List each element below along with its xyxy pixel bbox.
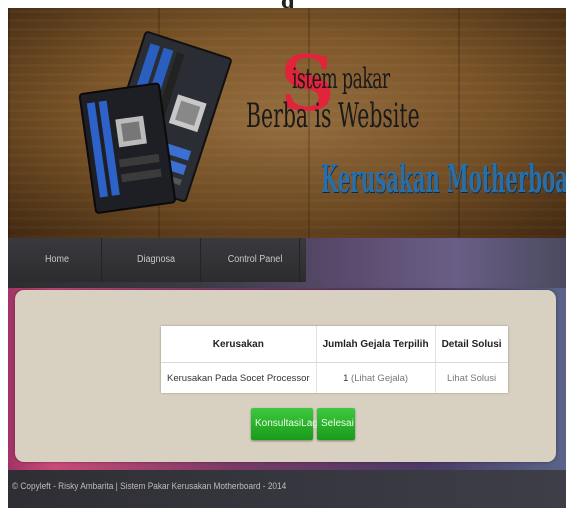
content-area: Kerusakan Jumlah Gejala Terpilih Detail … [8, 288, 566, 470]
header-jumlah-gejala: Jumlah Gejala Terpilih [316, 326, 436, 363]
nav-bar: Home Diagnosa Control Panel [8, 238, 566, 288]
header-kerusakan: Kerusakan [161, 326, 317, 363]
nav-tabs: Home Diagnosa Control Panel [8, 238, 306, 282]
nav-item-diagnosa[interactable]: Diagnosa [112, 238, 202, 282]
result-panel: Kerusakan Jumlah Gejala Terpilih Detail … [15, 290, 556, 462]
title-subtitle: Kerusakan Motherboard [321, 156, 566, 201]
nav-item-home[interactable]: Home [13, 238, 103, 282]
header-banner: S istem pakar Berba is Website Kerusakan… [8, 8, 566, 238]
selesai-button[interactable]: Selesai [317, 408, 355, 440]
konsultasi-lagi-button[interactable]: KonsultasiLagi [251, 408, 320, 440]
cell-kerusakan: Kerusakan Pada Socet Processor [161, 362, 317, 393]
table-row: Kerusakan Pada Socet Processor 1 (Lihat … [161, 362, 508, 394]
lihat-gejala-link[interactable]: (Lihat Gejala) [351, 373, 408, 384]
cell-jumlah: 1 (Lihat Gejala) [316, 362, 436, 393]
nav-item-control-panel[interactable]: Control Panel [211, 238, 301, 282]
lihat-solusi-link[interactable]: Lihat Solusi [435, 363, 508, 394]
jumlah-value: 1 [343, 372, 349, 384]
title-line-1: istem pakar [292, 62, 390, 95]
title-line-2: Berba is Website [246, 96, 420, 136]
action-buttons: KonsultasiLagi Selesai [251, 408, 355, 440]
footer-copyright: © Copyleft - Risky Ambarita | Sistem Pak… [12, 481, 287, 491]
table-header-row: Kerusakan Jumlah Gejala Terpilih Detail … [161, 326, 508, 363]
motherboard-image [78, 31, 232, 214]
page-frame: S istem pakar Berba is Website Kerusakan… [8, 8, 566, 508]
results-table: Kerusakan Jumlah Gejala Terpilih Detail … [161, 326, 508, 393]
footer: © Copyleft - Risky Ambarita | Sistem Pak… [8, 470, 566, 508]
header-detail-solusi: Detail Solusi [435, 326, 508, 363]
